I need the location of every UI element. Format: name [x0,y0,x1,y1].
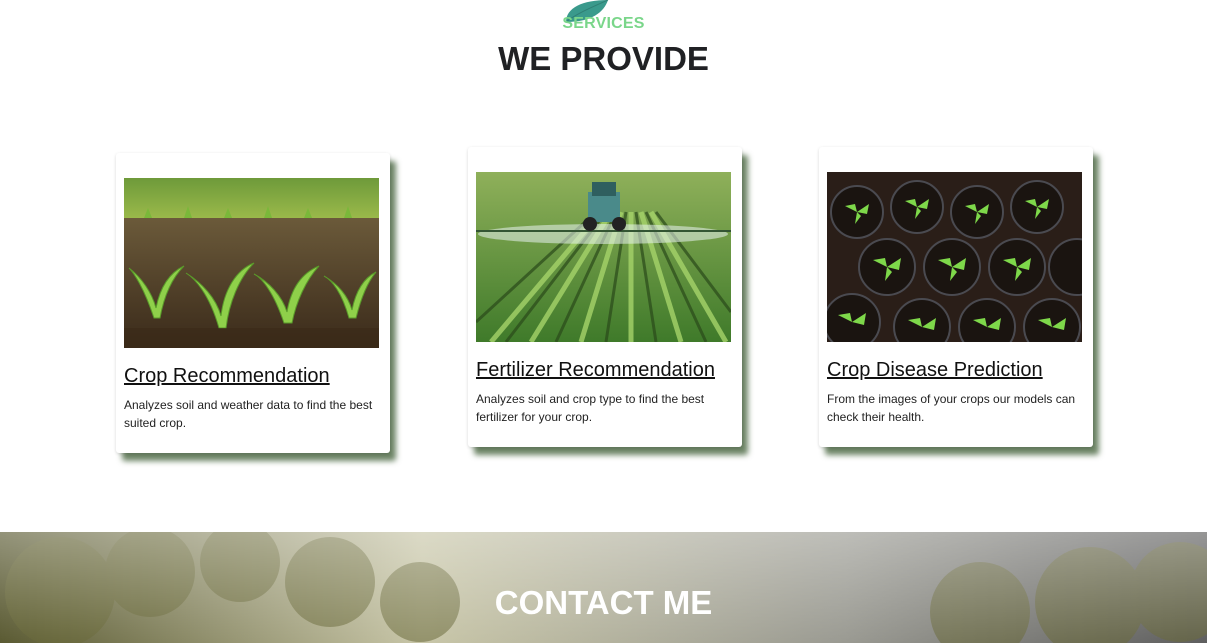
service-card-crop-disease-prediction[interactable]: Crop Disease Prediction From the images … [819,147,1093,447]
card-title[interactable]: Crop Recommendation [124,365,330,388]
service-card-crop-recommendation[interactable]: Crop Recommendation Analyzes soil and we… [116,153,390,453]
card-title[interactable]: Fertilizer Recommendation [476,359,715,382]
services-heading: WE PROVIDE [498,40,709,77]
card-description: Analyzes soil and weather data to find t… [124,398,373,430]
tractor-field-image [476,172,731,342]
contact-heading: CONTACT ME [494,584,713,621]
service-card-fertilizer-recommendation[interactable]: Fertilizer Recommendation Analyzes soil … [468,147,742,447]
corn-seedlings-image [124,178,379,348]
seedling-pots-image [827,172,1082,342]
services-kicker: SERVICES [562,15,645,32]
card-title[interactable]: Crop Disease Prediction [827,359,1043,382]
card-description: Analyzes soil and crop type to find the … [476,392,705,424]
card-description: From the images of your crops our models… [827,392,1076,424]
